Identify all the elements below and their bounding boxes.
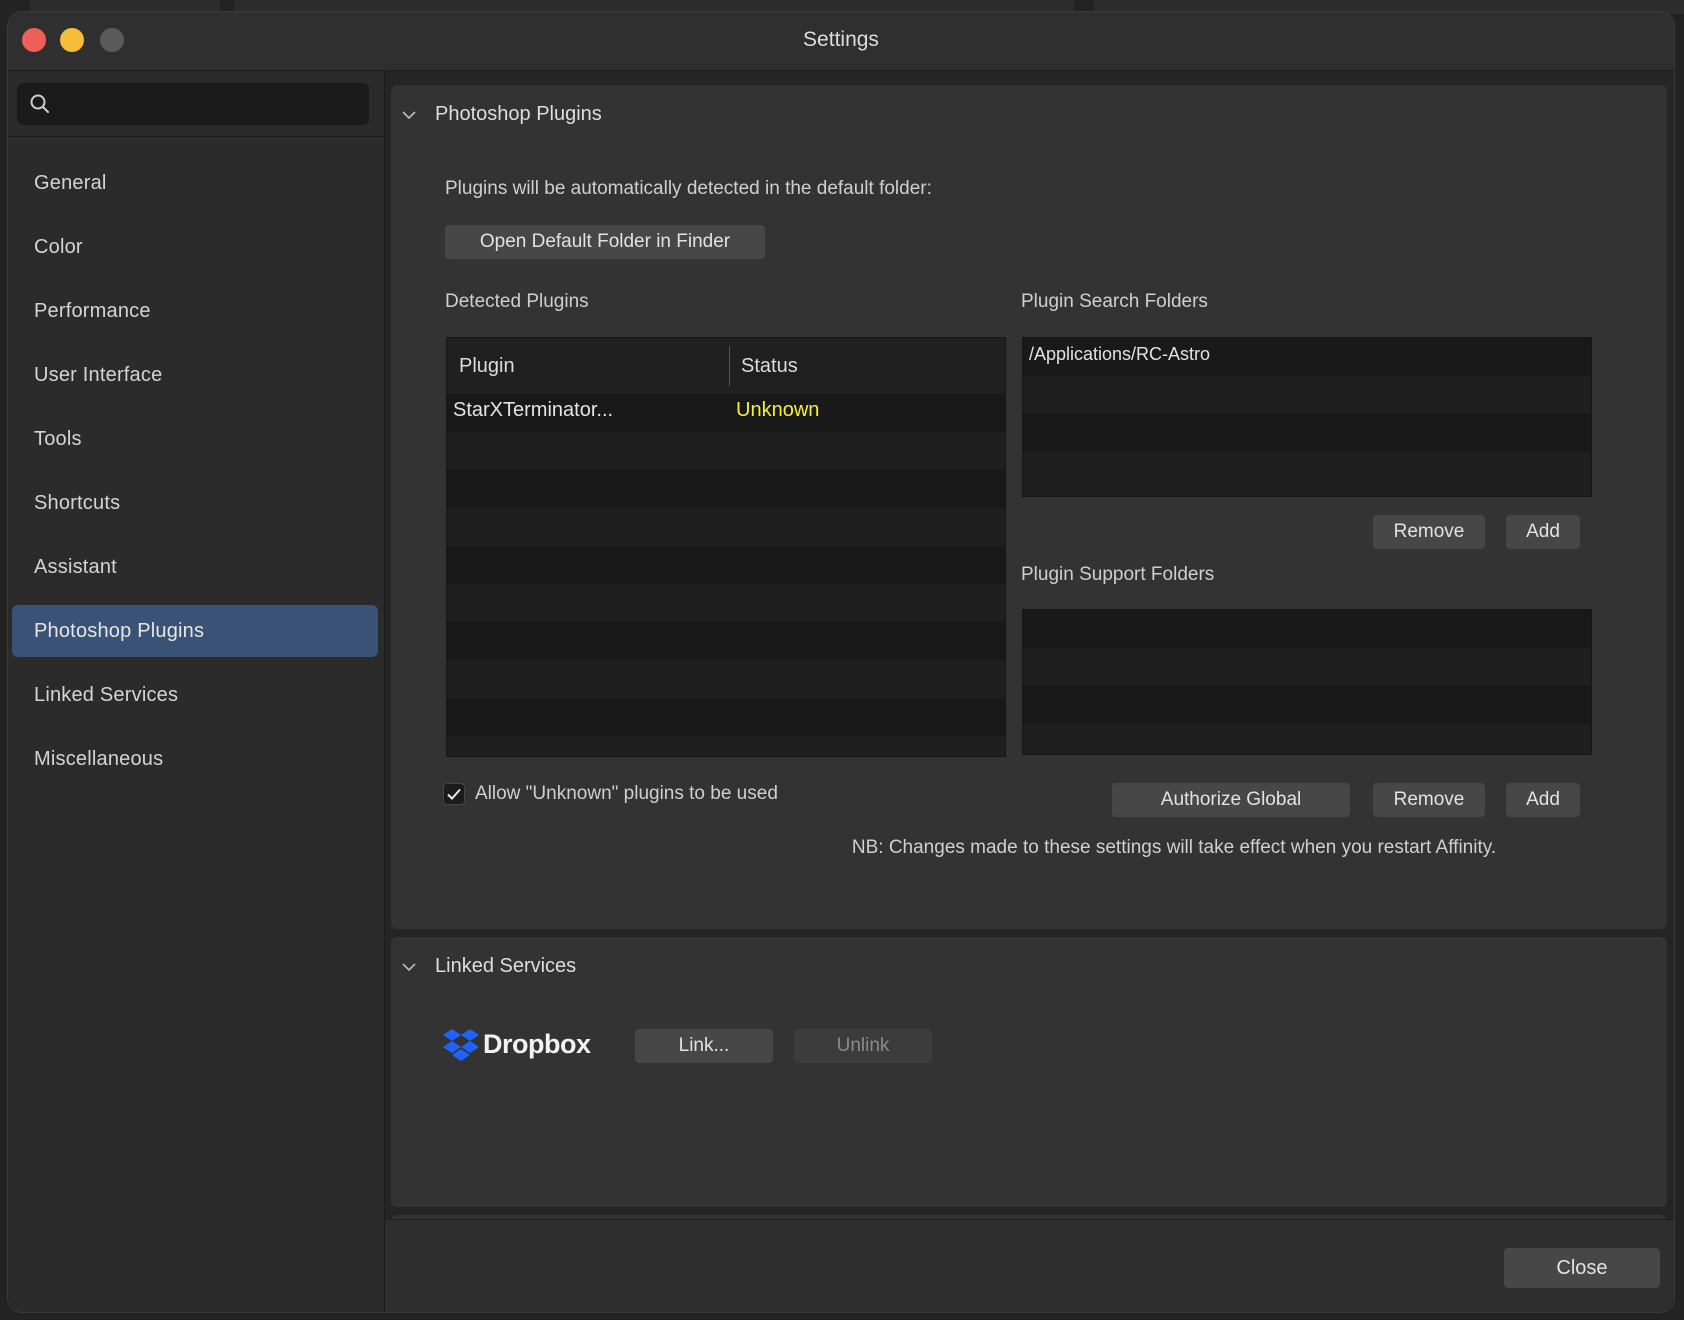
panel-title: Photoshop Plugins bbox=[435, 103, 602, 125]
sidebar-item-color[interactable]: Color bbox=[12, 221, 378, 273]
table-row-empty bbox=[447, 736, 1005, 756]
plugin-name-cell: StarXTerminator... bbox=[453, 399, 614, 421]
list-item-empty bbox=[1023, 686, 1591, 724]
search-folders-title: Plugin Search Folders bbox=[1021, 291, 1208, 312]
footer-bar: Close bbox=[385, 1219, 1674, 1312]
dropbox-link-button[interactable]: Link... bbox=[635, 1029, 773, 1063]
support-folders-remove-button[interactable]: Remove bbox=[1373, 783, 1485, 817]
open-default-folder-button[interactable]: Open Default Folder in Finder bbox=[445, 225, 765, 259]
sidebar-item-shortcuts[interactable]: Shortcuts bbox=[12, 477, 378, 529]
list-item-empty bbox=[1023, 452, 1591, 496]
dropbox-unlink-button[interactable]: Unlink bbox=[794, 1029, 932, 1063]
column-header-status[interactable]: Status bbox=[741, 338, 798, 394]
photoshop-plugins-panel: Photoshop Plugins Plugins will be automa… bbox=[391, 85, 1667, 929]
sidebar-divider bbox=[8, 136, 384, 137]
search-box[interactable] bbox=[17, 83, 369, 127]
table-row-empty bbox=[447, 622, 1005, 660]
list-item[interactable]: /Applications/RC-Astro bbox=[1023, 338, 1591, 376]
table-row-empty bbox=[447, 432, 1005, 470]
table-row-empty bbox=[447, 660, 1005, 698]
window-title: Settings bbox=[803, 28, 879, 51]
table-row-empty bbox=[447, 508, 1005, 546]
dropbox-logo-icon bbox=[443, 1029, 479, 1061]
table-row-empty bbox=[447, 584, 1005, 622]
search-input[interactable] bbox=[61, 83, 365, 127]
checkmark-icon bbox=[447, 788, 461, 800]
sidebar-item-tools[interactable]: Tools bbox=[12, 413, 378, 465]
column-header-plugin[interactable]: Plugin bbox=[459, 338, 515, 394]
list-item-empty bbox=[1023, 376, 1591, 414]
linked-services-panel: Linked Services Dropbox Link... Unlink bbox=[391, 937, 1667, 1207]
settings-sidebar: General Color Performance User Interface… bbox=[8, 71, 385, 1312]
sidebar-item-linked-services[interactable]: Linked Services bbox=[12, 669, 378, 721]
detected-plugins-table: Plugin Status StarXTerminator... Unknown bbox=[446, 337, 1006, 757]
search-folders-list: /Applications/RC-Astro bbox=[1022, 337, 1592, 497]
search-folders-remove-button[interactable]: Remove bbox=[1373, 515, 1485, 549]
plugins-description: Plugins will be automatically detected i… bbox=[445, 178, 932, 199]
chevron-down-icon bbox=[402, 111, 416, 120]
sidebar-item-user-interface[interactable]: User Interface bbox=[12, 349, 378, 401]
support-folders-add-button[interactable]: Add bbox=[1506, 783, 1580, 817]
table-header: Plugin Status bbox=[447, 338, 1005, 394]
table-row-empty bbox=[447, 470, 1005, 508]
list-item-empty bbox=[1023, 414, 1591, 452]
sidebar-item-assistant[interactable]: Assistant bbox=[12, 541, 378, 593]
close-button[interactable]: Close bbox=[1504, 1248, 1660, 1288]
settings-content: Photoshop Plugins Plugins will be automa… bbox=[385, 71, 1674, 1312]
support-folders-list bbox=[1022, 609, 1592, 755]
authorize-global-button[interactable]: Authorize Global bbox=[1112, 783, 1350, 817]
list-item-empty bbox=[1023, 724, 1591, 754]
sidebar-item-general[interactable]: General bbox=[12, 157, 378, 209]
support-folders-title: Plugin Support Folders bbox=[1021, 564, 1215, 585]
search-icon bbox=[30, 94, 49, 113]
panel-title: Linked Services bbox=[435, 955, 577, 977]
detected-plugins-title: Detected Plugins bbox=[445, 291, 589, 312]
search-folders-add-button[interactable]: Add bbox=[1506, 515, 1580, 549]
restart-note: NB: Changes made to these settings will … bbox=[851, 837, 1497, 858]
sidebar-item-miscellaneous[interactable]: Miscellaneous bbox=[12, 733, 378, 785]
title-bar: Settings bbox=[8, 12, 1674, 71]
list-item-empty bbox=[1023, 648, 1591, 686]
plugin-status-cell: Unknown bbox=[736, 399, 820, 421]
search-folder-path: /Applications/RC-Astro bbox=[1029, 344, 1211, 364]
allow-unknown-label[interactable]: Allow "Unknown" plugins to be used bbox=[475, 783, 778, 805]
table-row[interactable]: StarXTerminator... Unknown bbox=[447, 394, 1005, 432]
table-row-empty bbox=[447, 698, 1005, 736]
table-row-empty bbox=[447, 546, 1005, 584]
dropbox-wordmark: Dropbox bbox=[483, 1029, 591, 1059]
settings-window: Settings General Color Performance User … bbox=[8, 12, 1674, 1312]
column-divider bbox=[729, 346, 730, 386]
chevron-down-icon bbox=[402, 963, 416, 972]
allow-unknown-checkbox[interactable] bbox=[443, 783, 465, 805]
sidebar-item-performance[interactable]: Performance bbox=[12, 285, 378, 337]
list-item-empty bbox=[1023, 610, 1591, 648]
sidebar-item-photoshop-plugins[interactable]: Photoshop Plugins bbox=[12, 605, 378, 657]
